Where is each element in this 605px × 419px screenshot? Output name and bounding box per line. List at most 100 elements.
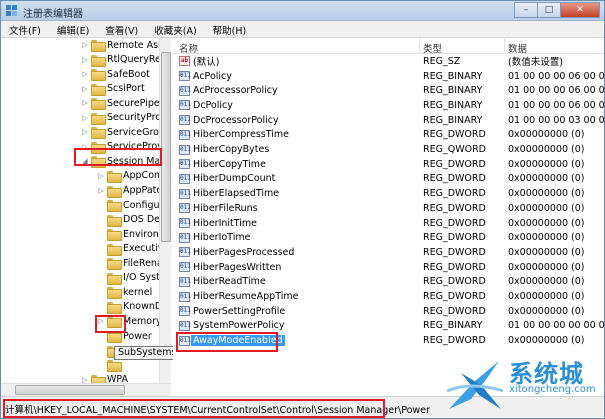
- value-row[interactable]: 011 PowerSettingProfile REG_DWORD 0x0000000…: [173, 304, 604, 319]
- column-name[interactable]: 名称: [179, 41, 198, 55]
- value-type: REG_DWORD: [423, 202, 486, 214]
- folder-icon: [107, 243, 122, 256]
- tree-horizontal-scrollbar[interactable]: [1, 383, 171, 396]
- column-data[interactable]: 数据: [508, 41, 527, 55]
- value-row[interactable]: 011 HiberResumeAppTime REG_DWORD 0x00000000…: [173, 289, 604, 304]
- close-button[interactable]: ✕: [560, 2, 600, 18]
- tree-item[interactable]: ▷ SecurePipeSe: [81, 96, 170, 111]
- value-name: HiberInitTime: [193, 217, 257, 229]
- column-separator[interactable]: [419, 38, 420, 54]
- folder-icon: [107, 301, 122, 314]
- collapsed-arrow-icon: [97, 229, 105, 239]
- value-row[interactable]: 011 HiberCompressTime REG_DWORD 0x00000000 …: [173, 128, 604, 143]
- value-row[interactable]: 011 HiberPagesProcessed REG_DWORD 0x0000000…: [173, 245, 604, 260]
- folder-icon: [107, 185, 122, 198]
- value-data: 0x00000000 (0): [508, 246, 585, 258]
- status-path: 计算机\HKEY_LOCAL_MACHINE\SYSTEM\CurrentCon…: [5, 405, 430, 416]
- menu-favorites[interactable]: 收藏夹(A): [146, 21, 204, 37]
- folder-icon: [91, 54, 106, 67]
- value-type: REG_DWORD: [423, 276, 486, 288]
- values-list[interactable]: 名称 类型 数据 ab (默认) REG_SZ (数值未设置) 011 AcPolicy R…: [173, 38, 604, 396]
- folder-icon: [107, 258, 122, 271]
- value-row[interactable]: 011 HiberElapsedTime REG_DWORD 0x00000000 (…: [173, 186, 604, 201]
- value-row[interactable]: 011 HiberReadTime REG_DWORD 0x00000000 (0): [173, 275, 604, 290]
- key-tree[interactable]: ▷ Remote Assis ▷ RtlQueryRegis ▷ SafeBoot ▷ Scs…: [1, 38, 171, 396]
- collapsed-arrow-icon[interactable]: ▷: [81, 84, 89, 94]
- value-name: DcPolicy: [193, 99, 233, 111]
- value-row[interactable]: 011 AcProcessorPolicy REG_BINARY 01 00 00 0…: [173, 83, 604, 98]
- tree-item-label: ScsiPort: [107, 83, 145, 95]
- value-name: HiberPagesWritten: [193, 261, 282, 273]
- tree-item[interactable]: ▷ ServiceGroup: [81, 125, 170, 140]
- menu-edit[interactable]: 编辑(E): [49, 21, 97, 37]
- value-row[interactable]: ab (默认) REG_SZ (数值未设置): [173, 54, 604, 69]
- expanded-arrow-icon[interactable]: ◢: [81, 156, 89, 166]
- collapsed-arrow-icon[interactable]: ▷: [97, 171, 105, 181]
- value-data: 0x00000000 (0): [508, 335, 585, 347]
- collapsed-arrow-icon[interactable]: ▷: [81, 40, 89, 50]
- tree-item[interactable]: ◢ Session Mana: [81, 154, 170, 169]
- watermark-url: xitongcheng.com: [509, 384, 596, 395]
- binary-value-icon: 011: [179, 247, 191, 258]
- menu-file[interactable]: 文件(F): [1, 21, 49, 37]
- value-row[interactable]: 011 HiberDumpCount REG_DWORD 0x00000000 (0): [173, 172, 604, 187]
- value-type: REG_QWORD: [423, 144, 486, 156]
- value-row[interactable]: 011 HiberPagesWritten REG_DWORD 0x00000000 …: [173, 260, 604, 275]
- column-type[interactable]: 类型: [423, 41, 442, 55]
- binary-value-icon: 011: [179, 129, 191, 140]
- binary-value-icon: 011: [179, 291, 191, 302]
- collapsed-arrow-icon[interactable]: ▷: [81, 69, 89, 79]
- collapsed-arrow-icon: [97, 215, 105, 225]
- tree-item[interactable]: ▷ RtlQueryRegis: [81, 53, 170, 67]
- collapsed-arrow-icon[interactable]: ▷: [97, 186, 105, 196]
- collapsed-arrow-icon[interactable]: ▷: [81, 142, 89, 152]
- collapsed-arrow-icon: [97, 331, 105, 341]
- tree-vertical-scrollbar[interactable]: [159, 38, 171, 383]
- value-data: 0x00000000 (0): [508, 261, 585, 273]
- tree-item[interactable]: Power: [97, 329, 152, 343]
- value-name: HiberDumpCount: [193, 173, 276, 185]
- collapsed-arrow-icon: [97, 273, 105, 283]
- tree-horizontal-scroll-thumb[interactable]: [15, 385, 125, 395]
- collapsed-arrow-icon: [97, 200, 105, 210]
- binary-value-icon: 011: [179, 218, 191, 229]
- value-row[interactable]: 011 HiberCopyBytes REG_QWORD 0x00000000 (0): [173, 142, 604, 157]
- value-row[interactable]: 011 SystemPowerPolicy REG_BINARY 01 00 00 0…: [173, 319, 604, 334]
- value-row[interactable]: 011 HiberFileRuns REG_DWORD 0x00000000 (0): [173, 201, 604, 216]
- tree-vertical-scroll-thumb[interactable]: [161, 52, 171, 242]
- menu-bar: 文件(F) 编辑(E) 查看(V) 收藏夹(A) 帮助(H): [1, 21, 604, 38]
- minimize-button[interactable]: –: [514, 2, 538, 18]
- collapsed-arrow-icon[interactable]: ▷: [81, 127, 89, 137]
- tree-item[interactable]: ▷ SafeBoot: [81, 67, 150, 82]
- value-type: REG_DWORD: [423, 261, 486, 273]
- collapsed-arrow-icon[interactable]: ▷: [81, 113, 89, 123]
- binary-value-icon: 011: [179, 71, 191, 82]
- value-row[interactable]: 011 DcPolicy REG_BINARY 01 00 00 00 06 00 0…: [173, 98, 604, 113]
- tree-item[interactable]: ▷ ScsiPort: [81, 82, 145, 96]
- collapsed-arrow-icon[interactable]: ▷: [81, 98, 89, 108]
- value-row[interactable]: 011 AcPolicy REG_BINARY 01 00 00 00 06 00 0…: [173, 69, 604, 84]
- tree-item[interactable]: [97, 358, 123, 373]
- folder-icon: [107, 272, 122, 285]
- tree-item[interactable]: ▷ ServiceProvid: [81, 140, 170, 154]
- value-data: 0x00000000 (0): [508, 144, 585, 156]
- tree-item[interactable]: ▷ Remote Assis: [81, 38, 170, 52]
- column-separator[interactable]: [504, 38, 505, 54]
- tree-item[interactable]: ▷ SecurityProvic: [81, 111, 170, 125]
- tree-item[interactable]: kernel: [97, 285, 152, 300]
- collapsed-arrow-icon[interactable]: ▷: [97, 316, 105, 326]
- value-row[interactable]: 011 DcProcessorPolicy REG_BINARY 01 00 00 0…: [173, 113, 604, 128]
- menu-help[interactable]: 帮助(H): [205, 21, 255, 37]
- title-bar[interactable]: 注册表编辑器 – □ ✕: [1, 1, 604, 21]
- collapsed-arrow-icon: [97, 244, 105, 254]
- maximize-button[interactable]: □: [537, 2, 561, 18]
- close-icon: ✕: [576, 5, 584, 15]
- value-row[interactable]: 011 HiberCopyTime REG_DWORD 0x00000000 (0): [173, 157, 604, 172]
- value-data: 0x00000000 (0): [508, 305, 585, 317]
- menu-view[interactable]: 查看(V): [97, 21, 146, 37]
- value-row[interactable]: 011 AwayModeEnabled REG_DWORD 0x00000000 (0…: [173, 333, 604, 348]
- value-row[interactable]: 011 HiberInitTime REG_DWORD 0x00000000 (0): [173, 216, 604, 231]
- collapsed-arrow-icon[interactable]: ▷: [81, 55, 89, 65]
- tree-item-label: SafeBoot: [107, 68, 150, 80]
- value-row[interactable]: 011 HiberIoTime REG_DWORD 0x00000000 (0): [173, 230, 604, 245]
